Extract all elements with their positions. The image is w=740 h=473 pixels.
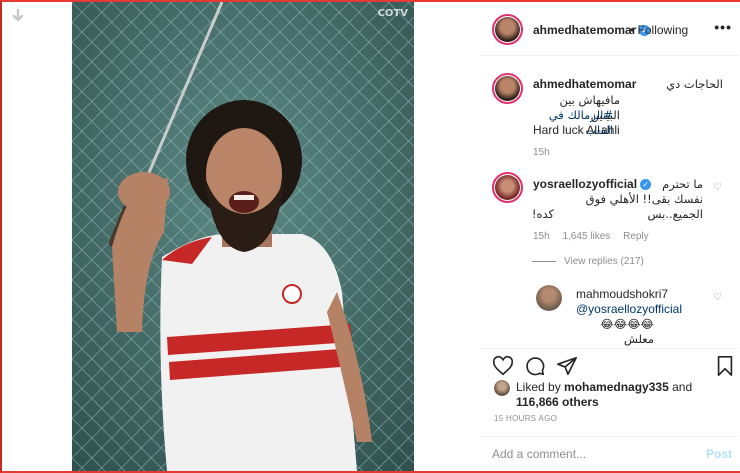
likes-prefix: Liked by <box>516 380 561 394</box>
view-replies-label[interactable]: View replies (217) <box>564 256 644 267</box>
liker-avatar[interactable] <box>494 380 510 396</box>
caption: ahmedhatemomar الحاجات دي <box>533 77 723 92</box>
verified-icon: ✓ <box>640 179 652 191</box>
author-username[interactable]: ahmedhatemomar <box>533 23 636 37</box>
share-paper-plane-icon[interactable] <box>556 355 578 377</box>
reply-mention[interactable]: @yosraellozyofficial <box>576 302 682 317</box>
like-heart-icon[interactable] <box>492 355 514 377</box>
caption-author[interactable]: ahmedhatemomar <box>533 77 636 92</box>
following-button[interactable]: • Following <box>630 23 688 37</box>
caption-avatar[interactable] <box>492 73 523 104</box>
likes-and: and <box>672 380 693 394</box>
post-header: ahmedhatemomar ✓ • Following ••• <box>480 2 738 56</box>
comment-input[interactable] <box>492 447 692 461</box>
action-bar <box>480 348 738 380</box>
view-replies-button[interactable]: View replies (217) <box>532 256 644 267</box>
comment-line-1: ما تحترم <box>662 177 703 191</box>
comment-line-3: كده! <box>531 207 554 221</box>
liker-username[interactable]: mohamednagy335 <box>564 380 669 394</box>
likes-text: Liked by mohamednagy335 and 116,866 othe… <box>516 380 716 410</box>
comment-time: 15h <box>533 231 550 242</box>
download-arrow-icon[interactable] <box>10 8 26 24</box>
reply-author[interactable]: mahmoudshokri7 <box>576 287 668 302</box>
reply-text: 😂😂😂😂 معلش <box>600 317 654 346</box>
reply-avatar[interactable] <box>536 285 562 311</box>
comment-box: Post <box>480 436 738 471</box>
comment-meta: 15h 1,645 likes Reply <box>533 231 659 242</box>
author-avatar[interactable] <box>492 14 523 45</box>
likes-count[interactable]: 116,866 others <box>516 395 599 409</box>
divider-line <box>532 260 556 262</box>
reply-like-icon[interactable]: ♡ <box>713 292 722 303</box>
caption-time: 15h <box>533 147 550 158</box>
comment-avatar[interactable] <box>492 172 523 203</box>
bookmark-icon[interactable] <box>714 355 736 377</box>
comment-like-icon[interactable]: ♡ <box>713 182 722 193</box>
post-photo[interactable]: COTV <box>72 2 414 471</box>
comment-likes[interactable]: 1,645 likes <box>562 231 610 242</box>
post-panel: ahmedhatemomar ✓ • Following ••• ahmedhat… <box>480 2 738 471</box>
post-time-ago[interactable]: 15 HOURS AGO <box>494 414 557 423</box>
comment-reply-button[interactable]: Reply <box>623 231 649 242</box>
comment-author[interactable]: yosraellozyofficial <box>533 177 637 191</box>
comment-line-2: نفسك بقى!! الأهلي فوق الجميع..بس <box>585 192 703 221</box>
post-comment-button[interactable]: Post <box>706 447 732 461</box>
caption-line-4: Hard luck Al-ahli <box>533 123 620 137</box>
watermark: COTV <box>377 8 408 19</box>
more-options-icon[interactable]: ••• <box>714 19 732 35</box>
comment-bubble-icon[interactable] <box>524 355 546 377</box>
caption-line-1: الحاجات دي <box>666 77 723 91</box>
comment: yosraellozyofficial ✓ ما تحترم <box>533 177 703 192</box>
